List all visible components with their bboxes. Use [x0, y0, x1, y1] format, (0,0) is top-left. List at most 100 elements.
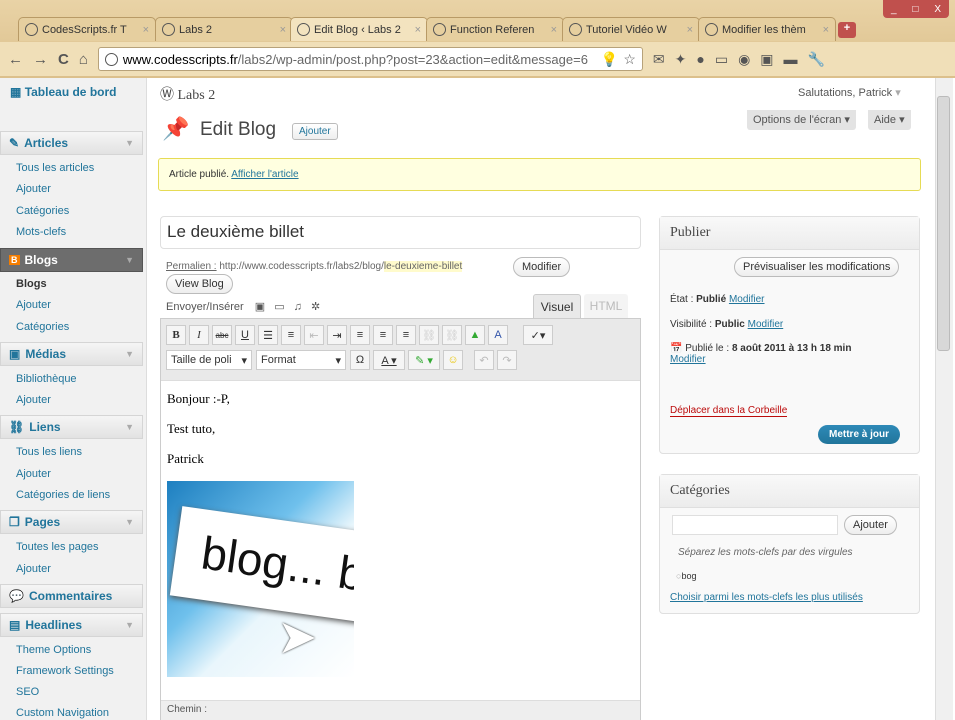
screen-options-button[interactable]: Options de l'écran ▾ — [747, 110, 856, 130]
link-icon[interactable]: ⛓ — [419, 325, 439, 345]
add-tag-button[interactable]: Ajouter — [844, 515, 897, 535]
sidebar-item[interactable]: Theme Options — [16, 644, 91, 656]
close-tab-icon[interactable]: × — [687, 24, 693, 36]
kitchen-sink-icon[interactable]: A — [488, 325, 508, 345]
spellcheck-icon[interactable]: ✓▾ — [523, 325, 553, 345]
sidebar-item-current[interactable]: Blogs — [16, 278, 47, 290]
close-tab-icon[interactable]: × — [143, 24, 149, 36]
close-tab-icon[interactable]: × — [280, 24, 286, 36]
extension-icon[interactable]: ▭ — [715, 51, 728, 68]
sidebar-item[interactable]: Ajouter — [16, 468, 51, 480]
font-size-select[interactable]: Taille de poli ▾ — [166, 350, 252, 370]
align-right-icon[interactable]: ≡ — [396, 325, 416, 345]
highlight-color-icon[interactable]: ✎ ▾ — [408, 350, 440, 370]
sidebar-section-links[interactable]: ⛓ Liens ▼ — [0, 415, 143, 439]
sidebar-item[interactable]: Tous les liens — [16, 446, 82, 458]
strikethrough-icon[interactable]: abc — [212, 325, 232, 345]
move-to-trash-link[interactable]: Déplacer dans la Corbeille — [670, 405, 788, 417]
site-name[interactable]: Ⓦ Labs 2 — [160, 84, 215, 104]
sidebar-item[interactable]: Toutes les pages — [16, 541, 99, 553]
browser-tab[interactable]: Function Referen × — [426, 17, 564, 41]
sidebar-item[interactable]: Catégories — [16, 321, 69, 333]
tab-html[interactable]: HTML — [584, 294, 628, 318]
sidebar-item[interactable]: Mots-clefs — [16, 226, 66, 238]
edit-permalink-button[interactable]: Modifier — [513, 257, 571, 277]
address-bar[interactable]: www.codesscripts.fr/labs2/wp-admin/post.… — [97, 47, 643, 71]
sidebar-item[interactable]: Ajouter — [16, 563, 51, 575]
format-select[interactable]: Format ▾ — [256, 350, 346, 370]
extension-icon[interactable]: ▣ — [760, 51, 773, 68]
italic-icon[interactable]: I — [189, 325, 209, 345]
post-title-input[interactable]: Le deuxième billet — [160, 216, 641, 249]
numbered-list-icon[interactable]: ≡ — [281, 325, 301, 345]
close-tab-icon[interactable]: × — [415, 24, 421, 36]
sidebar-section-blogs[interactable]: B Blogs ▼ — [0, 248, 143, 272]
gmail-extension-icon[interactable]: ✉ — [653, 51, 665, 68]
star-icon[interactable]: ☆ — [623, 51, 636, 68]
sidebar-item[interactable]: Framework Settings — [16, 665, 114, 677]
special-character-icon[interactable]: Ω — [350, 350, 370, 370]
browser-tab[interactable]: Modifier les thèm × — [698, 17, 836, 41]
window-controls[interactable]: _ □ X — [883, 0, 949, 18]
most-used-tags-link[interactable]: Choisir parmi les mots-clefs les plus ut… — [670, 592, 863, 603]
image-upload-icon[interactable]: ▣ — [255, 301, 265, 313]
close-window-button[interactable]: X — [934, 4, 941, 15]
sidebar-section-headlines[interactable]: ▤ Headlines ▼ — [0, 613, 143, 637]
editor-content[interactable]: Bonjour :-P, Test tuto, Patrick blog... … — [161, 381, 640, 687]
bullet-list-icon[interactable]: ☰ — [258, 325, 278, 345]
browser-tab[interactable]: CodesScripts.fr T × — [18, 17, 156, 41]
edit-date-link[interactable]: Modifier — [670, 354, 706, 365]
close-tab-icon[interactable]: × — [823, 24, 829, 36]
underline-icon[interactable]: U — [235, 325, 255, 345]
undo-icon[interactable]: ↶ — [474, 350, 494, 370]
sidebar-item[interactable]: SEO — [16, 686, 39, 698]
outdent-icon[interactable]: ⇤ — [304, 325, 324, 345]
text-color-icon[interactable]: A ▾ — [373, 350, 405, 370]
tag-input[interactable] — [672, 515, 838, 535]
sidebar-section-comments[interactable]: 💬 Commentaires — [0, 584, 143, 608]
back-icon[interactable]: ← — [8, 51, 23, 68]
new-tab-button[interactable]: + — [838, 22, 856, 38]
preview-changes-button[interactable]: Prévisualiser les modifications — [734, 257, 900, 277]
edit-status-link[interactable]: Modifier — [729, 294, 765, 305]
video-upload-icon[interactable]: ▭ — [274, 301, 284, 313]
sidebar-item[interactable]: Catégories de liens — [16, 489, 110, 501]
media-upload-icon[interactable]: ✲ — [311, 301, 320, 313]
extension-icon[interactable]: ✦ — [675, 51, 687, 68]
sidebar-item[interactable]: Bibliothèque — [16, 373, 77, 385]
sidebar-item[interactable]: Tous les articles — [16, 162, 94, 174]
sidebar-section-pages[interactable]: ❐ Pages ▼ — [0, 510, 143, 534]
help-button[interactable]: Aide ▾ — [868, 110, 911, 130]
extension-icon[interactable]: ● — [696, 51, 704, 67]
tab-visual[interactable]: Visuel — [533, 294, 581, 318]
edit-visibility-link[interactable]: Modifier — [748, 319, 784, 330]
sidebar-dashboard[interactable]: ▦ Tableau de bord — [10, 84, 135, 101]
bold-icon[interactable]: B — [166, 325, 186, 345]
sidebar-item[interactable]: Ajouter — [16, 299, 51, 311]
sidebar-item[interactable]: Ajouter — [16, 183, 51, 195]
minimize-button[interactable]: _ — [891, 4, 897, 15]
browser-tab[interactable]: Labs 2 × — [155, 17, 293, 41]
view-blog-button[interactable]: View Blog — [166, 274, 233, 294]
indent-icon[interactable]: ⇥ — [327, 325, 347, 345]
close-tab-icon[interactable]: × — [551, 24, 557, 36]
extension-icon[interactable]: ◉ — [738, 51, 750, 68]
insert-image-icon[interactable]: ▲ — [465, 325, 485, 345]
extension-icon[interactable]: ▬ — [784, 51, 798, 67]
blog-image[interactable]: blog... blo ➤ — [167, 481, 354, 677]
lightbulb-icon[interactable]: 💡 — [601, 51, 618, 68]
sidebar-section-articles[interactable]: ✎ Articles ▼ — [0, 131, 143, 155]
view-post-link[interactable]: Afficher l'article — [231, 169, 298, 180]
unlink-icon[interactable]: ⛓ — [442, 325, 462, 345]
greeting-menu[interactable]: Salutations, Patrick ▾ — [798, 86, 901, 99]
browser-tab-active[interactable]: Edit Blog ‹ Labs 2 × — [290, 17, 428, 41]
audio-upload-icon[interactable]: ♫ — [294, 301, 302, 313]
maximize-button[interactable]: □ — [912, 4, 918, 15]
add-new-button[interactable]: Ajouter — [292, 123, 338, 140]
update-button[interactable]: Mettre à jour — [818, 425, 901, 444]
sidebar-section-media[interactable]: ▣ Médias ▼ — [0, 342, 143, 366]
home-icon[interactable]: ⌂ — [79, 51, 88, 68]
reload-icon[interactable]: C — [58, 51, 69, 68]
align-left-icon[interactable]: ≡ — [350, 325, 370, 345]
permalink-slug[interactable]: le-deuxieme-billet — [383, 261, 463, 272]
